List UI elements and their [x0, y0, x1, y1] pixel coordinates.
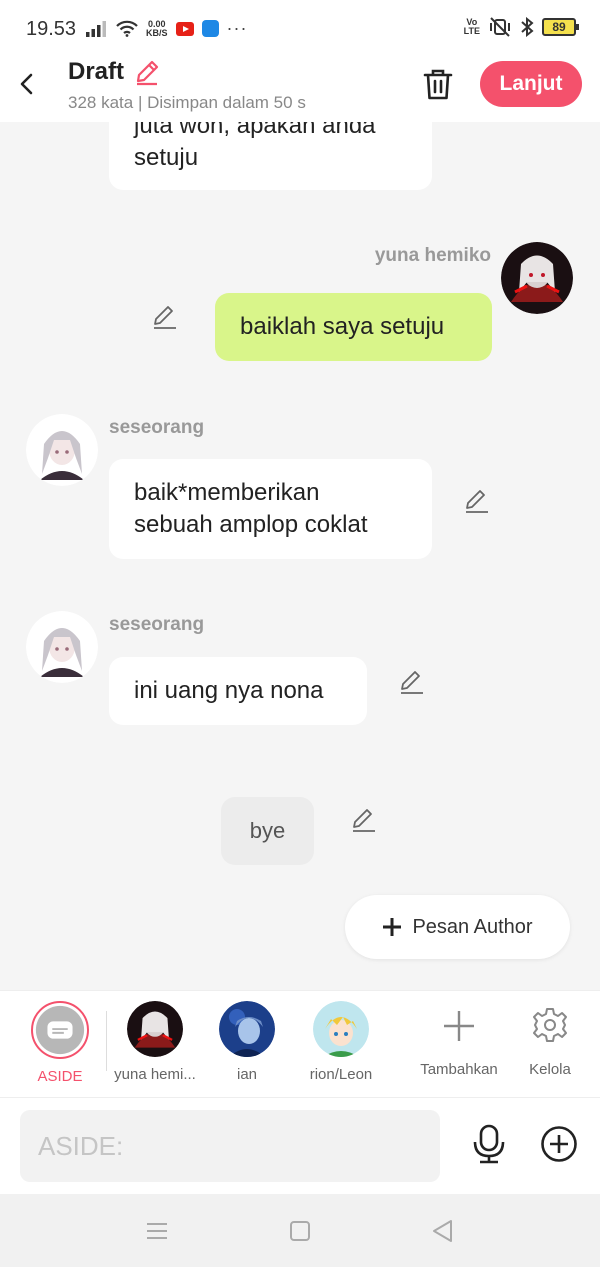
avatar — [219, 1001, 275, 1057]
avatar — [313, 1001, 369, 1057]
character-ian[interactable]: ian — [214, 1001, 280, 1083]
aside-chat-icon — [35, 1005, 85, 1055]
draft-meta: 328 kata | Disimpan dalam 50 s — [68, 93, 306, 112]
back-nav-icon[interactable] — [430, 1218, 456, 1244]
status-time: 19.53 — [26, 18, 77, 40]
message-bubble[interactable]: juta won, apakah anda setuju — [109, 122, 432, 190]
vibrate-mute-icon — [490, 17, 510, 37]
avatar[interactable] — [26, 414, 98, 486]
add-character-button[interactable]: Tambahkan — [414, 1001, 504, 1078]
editor-header: Draft 328 kata | Disimpan dalam 50 s Lan… — [0, 56, 600, 122]
avatar[interactable] — [501, 242, 573, 314]
character-label: ian — [236, 1066, 258, 1083]
trash-icon[interactable] — [422, 67, 454, 101]
message-line: baik*memberikan — [134, 479, 320, 506]
edit-message-icon[interactable] — [398, 668, 426, 696]
message-input-row — [0, 1098, 600, 1194]
plus-icon — [383, 918, 402, 936]
wifi-icon — [116, 20, 138, 37]
message-line: sebuah amplop coklat — [134, 511, 368, 538]
microphone-icon[interactable] — [471, 1124, 507, 1164]
battery-icon: 89 — [542, 18, 579, 36]
message-bubble[interactable]: baiklah saya setuju — [215, 293, 492, 361]
character-label: rion/Leon — [309, 1066, 373, 1083]
plus-icon — [444, 1011, 474, 1041]
sender-name: seseorang — [109, 614, 205, 635]
edit-title-icon[interactable] — [133, 58, 161, 86]
chat-area[interactable]: juta won, apakah anda setuju yuna hemiko… — [0, 122, 600, 990]
author-message-button[interactable]: Pesan Author — [345, 895, 570, 959]
aside-message-bubble[interactable]: bye — [221, 797, 314, 865]
add-attachment-icon[interactable] — [540, 1125, 578, 1163]
signal-icon — [86, 20, 106, 37]
menu-icon[interactable] — [144, 1218, 170, 1244]
aside-avatar — [31, 1001, 89, 1059]
message-line: bye — [249, 818, 286, 843]
character-label: ASIDE — [37, 1068, 83, 1085]
message-input[interactable] — [20, 1110, 440, 1182]
character-aside[interactable]: ASIDE — [22, 1001, 98, 1085]
draft-title: Draft — [68, 58, 125, 85]
message-line: juta won, apakah anda — [134, 122, 376, 139]
sender-name: yuna hemiko — [374, 245, 491, 266]
status-right-icons: Vo LTE 89 — [463, 17, 579, 37]
gear-icon — [533, 1008, 567, 1042]
character-label: Tambahkan — [420, 1061, 498, 1078]
avatar[interactable] — [26, 611, 98, 683]
network-speed: 0.00 KB/S — [146, 19, 168, 38]
next-button[interactable]: Lanjut — [480, 61, 582, 107]
message-bubble[interactable]: ini uang nya nona — [109, 657, 367, 725]
edit-message-icon[interactable] — [350, 806, 378, 834]
character-bar: ASIDE yuna hemi... ian rion/Leon Tambahk… — [0, 990, 600, 1098]
message-bubble[interactable]: baik*memberikan sebuah amplop coklat — [109, 459, 432, 559]
network-speed-unit: KB/S — [146, 27, 168, 38]
bluetooth-icon — [521, 17, 534, 37]
back-arrow-icon[interactable] — [14, 70, 42, 98]
edit-message-icon[interactable] — [151, 303, 179, 331]
home-icon[interactable] — [287, 1218, 313, 1244]
manage-characters-button[interactable]: Kelola — [522, 1001, 578, 1078]
status-bar: 19.53 0.00 KB/S ··· Vo LTE 89 — [0, 0, 600, 56]
character-divider — [106, 1011, 107, 1071]
sender-name: seseorang — [109, 417, 205, 438]
system-nav-bar — [0, 1194, 600, 1267]
status-left-icons: 0.00 KB/S ··· — [86, 18, 248, 39]
message-line: setuju — [134, 144, 199, 171]
app-notification-icon — [201, 20, 219, 37]
character-rion-leon[interactable]: rion/Leon — [300, 1001, 382, 1083]
youtube-notification-icon — [175, 21, 194, 36]
edit-message-icon[interactable] — [463, 487, 491, 515]
volte-icon: Vo LTE — [463, 17, 480, 36]
character-label: yuna hemi... — [114, 1066, 196, 1083]
more-notifications-icon: ··· — [226, 18, 248, 38]
author-message-label: Pesan Author — [412, 915, 533, 938]
character-label: Kelola — [529, 1061, 571, 1078]
character-yuna[interactable]: yuna hemi... — [112, 1001, 198, 1083]
message-line: ini uang nya nona — [134, 677, 324, 704]
avatar — [127, 1001, 183, 1057]
message-line: baiklah saya setuju — [240, 313, 445, 340]
